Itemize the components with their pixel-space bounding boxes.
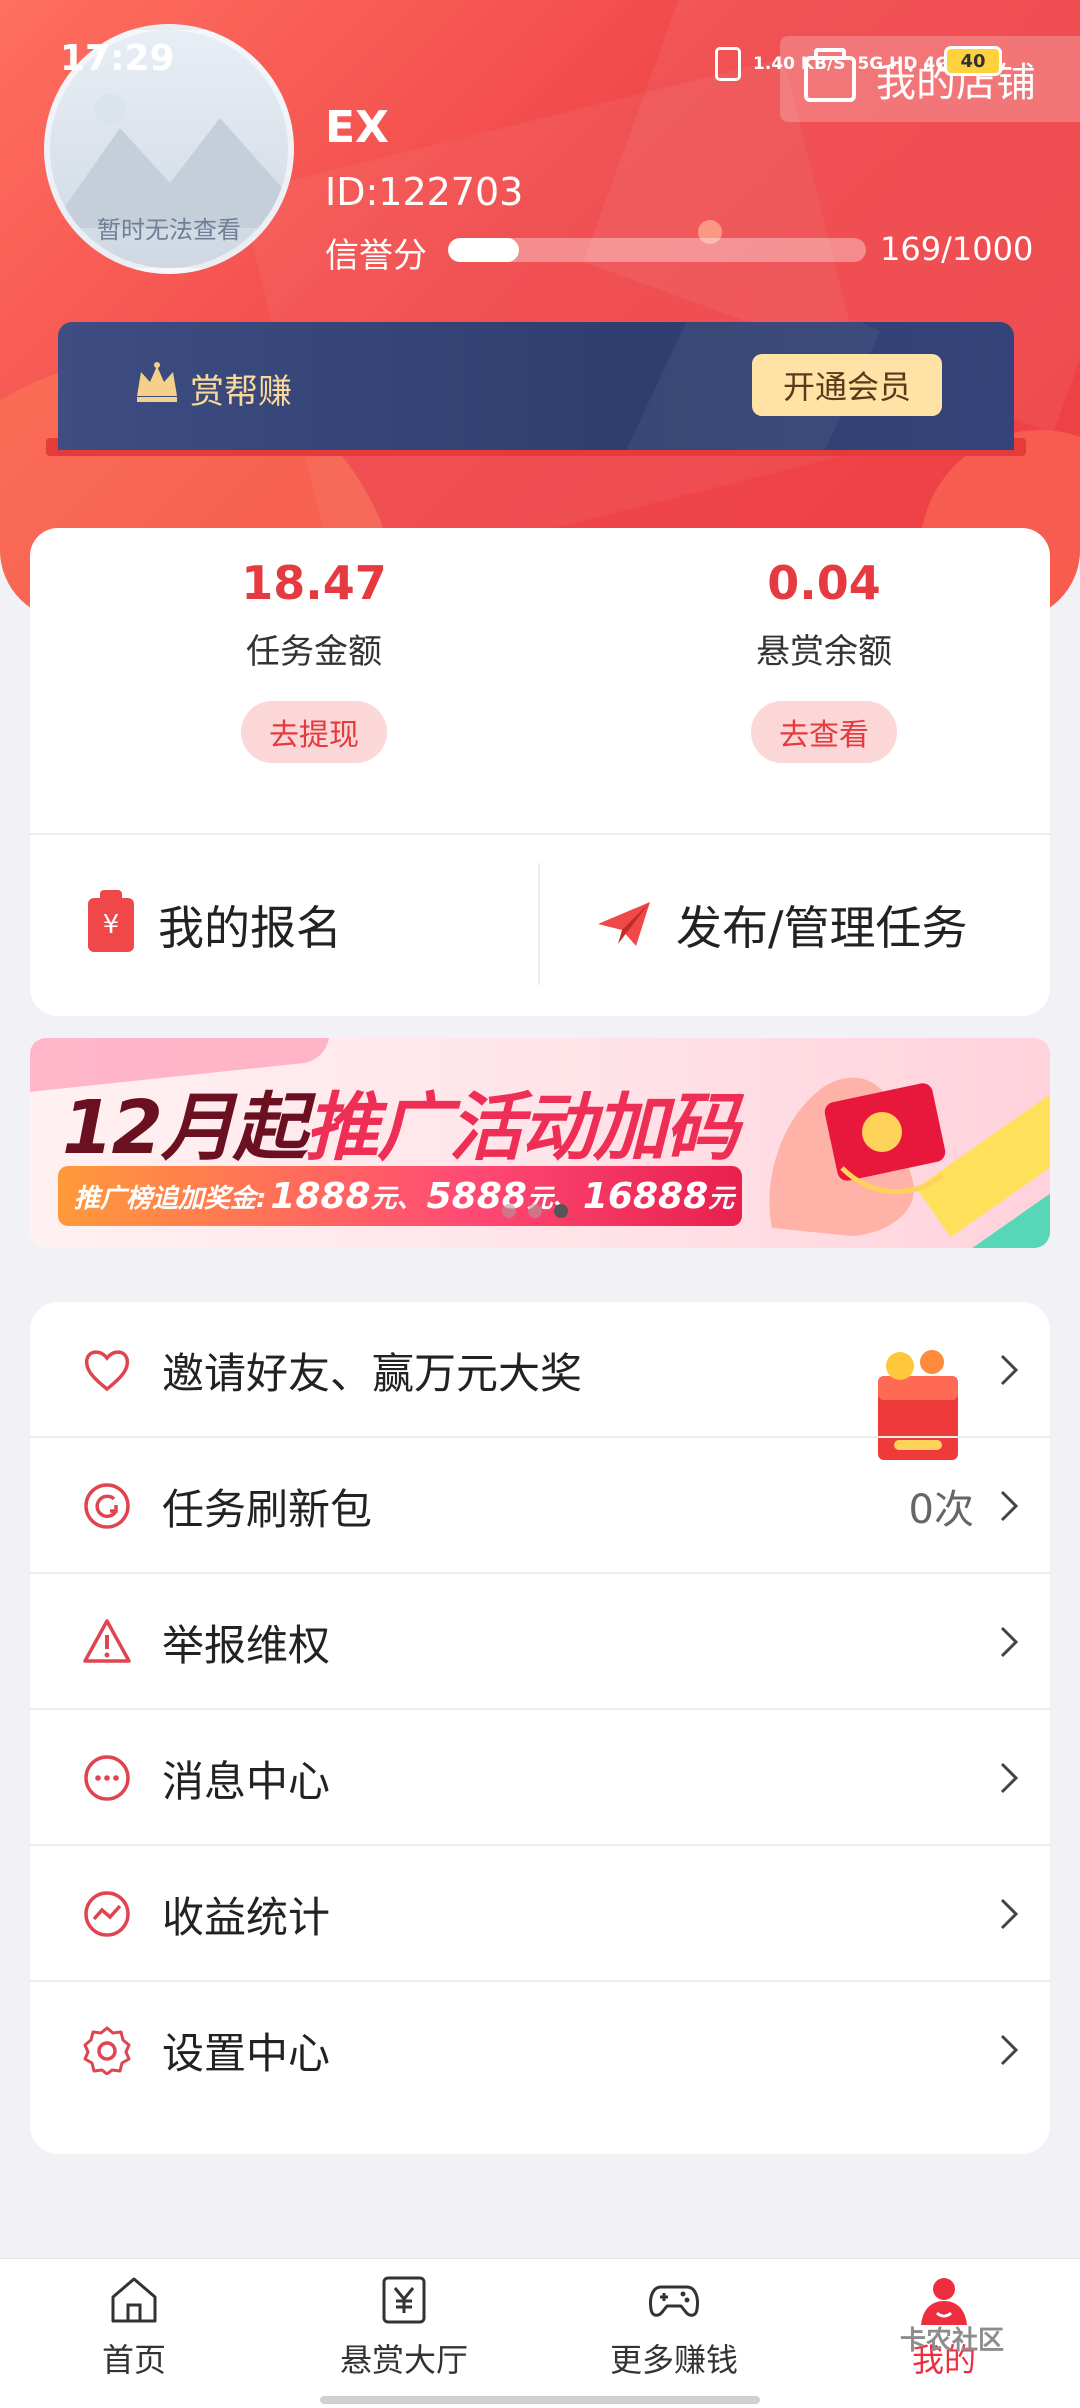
chevron-right-icon — [1000, 1626, 1019, 1658]
battery-indicator: 40 — [944, 46, 1002, 76]
divider — [538, 863, 540, 985]
nav-item-reward-hall[interactable]: 悬赏大厅 — [304, 2273, 504, 2393]
menu-item-label: 设置中心 — [162, 2028, 331, 2078]
chevron-right-icon — [1000, 1762, 1019, 1794]
withdraw-button[interactable]: 去提现 — [241, 701, 387, 763]
menu-item-invite-friends[interactable]: 邀请好友、赢万元大奖 — [30, 1302, 1050, 1460]
crown-icon — [137, 362, 177, 402]
chevron-right-icon — [1000, 1490, 1019, 1522]
reward-balance-value: 0.04 — [767, 556, 881, 610]
my-signup-label: 我的报名 — [158, 900, 342, 955]
nav-item-home[interactable]: 首页 — [34, 2273, 234, 2393]
credit-score-bar — [448, 238, 866, 262]
banner-title-highlight: 推广活动加码 — [304, 1085, 739, 1171]
paper-plane-icon — [598, 901, 650, 946]
publish-manage-tasks-button[interactable]: 发布/管理任务 — [596, 833, 968, 1016]
profile-icon — [921, 2278, 967, 2325]
vip-banner[interactable]: 赏帮赚 开通会员 — [58, 322, 1014, 450]
credit-score-fill — [448, 238, 519, 262]
task-amount-section: 18.47 任务金额 去提现 — [164, 556, 464, 763]
banner-title: 12月起推广活动加码 — [62, 1068, 739, 1175]
open-membership-button[interactable]: 开通会员 — [752, 354, 942, 416]
refresh-count-value: 0次 — [908, 1487, 974, 1533]
menu-item-settings[interactable]: 设置中心 — [30, 1982, 1050, 2118]
nav-label: 首页 — [101, 2341, 166, 2379]
menu-item-label: 消息中心 — [162, 1756, 331, 1806]
vip-title: 赏帮赚 — [190, 372, 292, 412]
home-indicator[interactable] — [320, 2396, 760, 2404]
banner-title-date: 12月起 — [62, 1085, 307, 1171]
banner-sub-prefix: 推广榜追加奖金: — [74, 1183, 267, 1214]
profile-header: 暂时无法查看 17:29 1.40 KB/S 5G HD 4G+ HD 我的店铺… — [0, 0, 1080, 620]
credit-score-label: 信誉分 — [325, 236, 427, 276]
yen-icon — [382, 2276, 426, 2324]
banner-subtitle: 推广榜追加奖金: 1888 元、 5888 元、 16888 元 — [58, 1166, 742, 1226]
gamepad-icon — [649, 2285, 699, 2317]
avatar-placeholder-text: 暂时无法查看 — [97, 216, 241, 244]
home-icon — [111, 2277, 157, 2323]
nav-label: 更多赚钱 — [609, 2341, 738, 2379]
menu-item-report[interactable]: 举报维权 — [30, 1574, 1050, 1710]
menu-list: 邀请好友、赢万元大奖 任务刷新包 0次 举报维权 消息中心 收益统计 设置中心 — [30, 1302, 1050, 2154]
heart-icon — [84, 1350, 130, 1392]
reward-balance-label: 悬赏余额 — [756, 632, 892, 672]
task-amount-value: 18.47 — [241, 556, 387, 610]
status-time: 17:29 — [60, 38, 175, 79]
nav-item-more-earning[interactable]: 更多赚钱 — [574, 2273, 774, 2393]
clipboard-icon: ¥ — [88, 889, 134, 952]
watermark: 卡农社区 — [900, 2326, 1005, 2356]
chevron-right-icon — [1000, 1898, 1019, 1930]
carousel-dot[interactable] — [528, 1204, 542, 1218]
wallet-card: 18.47 任务金额 去提现 0.04 悬赏余额 去查看 ¥ 我的报名 发布/管… — [30, 528, 1050, 1016]
banner-amount: 1888 — [270, 1175, 371, 1217]
menu-item-label: 举报维权 — [162, 1620, 331, 1670]
carousel-dots — [502, 1204, 568, 1218]
nav-label: 悬赏大厅 — [339, 2341, 468, 2379]
task-amount-label: 任务金额 — [246, 632, 382, 672]
menu-item-refresh-pack[interactable]: 任务刷新包 0次 — [30, 1438, 1050, 1574]
menu-item-label: 任务刷新包 — [162, 1484, 373, 1534]
menu-item-label: 邀请好友、赢万元大奖 — [162, 1348, 583, 1398]
carousel-dot-active[interactable] — [554, 1204, 568, 1218]
menu-item-label: 收益统计 — [162, 1892, 331, 1942]
menu-item-message-center[interactable]: 消息中心 — [30, 1710, 1050, 1846]
banner-amount: 16888 — [582, 1175, 709, 1217]
credit-score-value: 169/1000 — [880, 230, 1034, 268]
chart-icon — [84, 1891, 130, 1937]
banner-unit: 元 — [370, 1183, 397, 1214]
chevron-right-icon — [1000, 1354, 1019, 1386]
view-balance-button[interactable]: 去查看 — [751, 701, 897, 763]
chevron-right-icon — [1000, 2034, 1019, 2066]
my-shop-button[interactable]: 我的店铺 — [780, 36, 1080, 122]
banner-unit: 元 — [708, 1183, 735, 1214]
warning-icon — [83, 1619, 131, 1663]
promo-banner[interactable]: 12月起推广活动加码 推广榜追加奖金: 1888 元、 5888 元、 16888 元 — [30, 1038, 1050, 1248]
my-signup-button[interactable]: ¥ 我的报名 — [88, 833, 342, 1016]
vibrate-icon — [715, 47, 741, 81]
user-id: ID:122703 — [325, 170, 524, 214]
message-icon — [84, 1755, 130, 1801]
menu-item-earnings-stats[interactable]: 收益统计 — [30, 1846, 1050, 1982]
reward-balance-section: 0.04 悬赏余额 去查看 — [674, 556, 974, 763]
red-envelope-hand-illustration — [769, 1077, 946, 1236]
publish-manage-tasks-label: 发布/管理任务 — [676, 900, 968, 955]
shop-icon — [804, 48, 856, 102]
refresh-icon — [84, 1483, 130, 1529]
username: EX — [325, 102, 389, 153]
gear-icon — [83, 2026, 131, 2075]
carousel-dot[interactable] — [502, 1204, 516, 1218]
image-placeholder-icon — [50, 94, 288, 228]
